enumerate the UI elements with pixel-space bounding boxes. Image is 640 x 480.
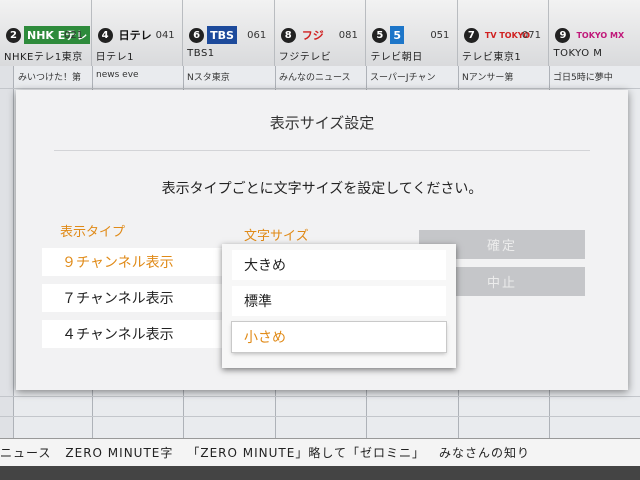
channel-number: 6 bbox=[189, 28, 205, 43]
channel-number: 2 bbox=[6, 28, 21, 43]
grid-divider bbox=[0, 88, 640, 89]
channel-name: TBS1 bbox=[187, 48, 215, 59]
channel-name: TOKYO M bbox=[553, 48, 603, 59]
channel-logo-icon: TOKYO MX bbox=[576, 30, 625, 40]
channel-logo-icon: フジ bbox=[301, 29, 324, 42]
size-option-standard[interactable]: 標準 bbox=[232, 286, 446, 316]
display-type-header: 表示タイプ bbox=[60, 225, 126, 240]
ticker-item: 「ZERO MINUTE」略して「ゼロミニ」 bbox=[187, 446, 425, 460]
channel-column[interactable]: 2 NHK Eテレ 021 NHKEテレ1東京 bbox=[0, 0, 92, 66]
channel-logo-icon: 日テレ bbox=[118, 29, 152, 42]
dialog-title: 表示サイズ設定 bbox=[269, 114, 375, 132]
grid-divider bbox=[0, 396, 640, 397]
size-option-small[interactable]: 小さめ bbox=[232, 322, 446, 352]
channel-logo-icon: TBS bbox=[207, 26, 237, 44]
channel-name: NHKEテレ1東京 bbox=[4, 52, 83, 63]
channel-number: 9 bbox=[555, 28, 571, 43]
news-ticker: ニュース ZERO MINUTE字 「ZERO MINUTE」略して「ゼロミニ」… bbox=[0, 438, 640, 466]
display-type-7ch[interactable]: ７チャンネル表示 bbox=[42, 284, 228, 312]
channel-bar: 2 NHK Eテレ 021 NHKEテレ1東京 4 日テレ 041 日テレ1 6… bbox=[0, 0, 640, 66]
channel-name: 日テレ1 bbox=[95, 52, 134, 63]
channel-name: テレビ東京1 bbox=[461, 52, 522, 63]
channel-number: 8 bbox=[280, 28, 296, 43]
channel-code: 071 bbox=[521, 30, 541, 41]
channel-column[interactable]: 7 TV TOKYO 071 テレビ東京1 bbox=[458, 0, 550, 66]
channel-code: 061 bbox=[247, 30, 267, 41]
program-title[interactable]: スーパーJチャン bbox=[370, 70, 456, 86]
channel-name: テレビ朝日 bbox=[370, 52, 423, 63]
grid-divider bbox=[0, 416, 640, 417]
program-title[interactable]: news eve bbox=[96, 70, 182, 86]
dialog-instruction: 表示タイプごとに文字サイズを設定してください。 bbox=[161, 181, 483, 197]
program-title[interactable]: Nスタ東京 bbox=[187, 70, 273, 86]
remote-hint-bar bbox=[0, 466, 640, 480]
channel-column[interactable]: 9 TOKYO MX TOKYO M bbox=[549, 0, 640, 66]
program-title[interactable]: みんなのニュース bbox=[279, 70, 365, 86]
display-type-9ch[interactable]: ９チャンネル表示 bbox=[42, 248, 228, 276]
channel-code: 051 bbox=[430, 30, 450, 41]
divider bbox=[54, 150, 590, 151]
font-size-header: 文字サイズ bbox=[244, 229, 309, 244]
channel-number: 7 bbox=[463, 28, 479, 43]
ticker-item: ZERO MINUTE字 bbox=[65, 446, 174, 460]
channel-number: 5 bbox=[372, 28, 388, 43]
font-size-dropdown[interactable]: 大きめ 標準 小さめ bbox=[222, 244, 456, 368]
channel-name: フジテレビ bbox=[278, 52, 332, 63]
channel-number: 4 bbox=[97, 28, 113, 43]
channel-column[interactable]: 5 5 051 テレビ朝日 bbox=[366, 0, 458, 66]
channel-column[interactable]: 4 日テレ 041 日テレ1 bbox=[92, 0, 184, 66]
program-title[interactable]: みいつけた！第 bbox=[18, 70, 90, 86]
size-option-large[interactable]: 大きめ bbox=[232, 250, 446, 280]
channel-code: 041 bbox=[155, 30, 175, 41]
program-title[interactable]: ゴ日5時に夢中 bbox=[553, 70, 639, 86]
ticker-item: みなさんの知り bbox=[438, 446, 530, 460]
channel-column[interactable]: 8 フジ 081 フジテレビ bbox=[275, 0, 367, 66]
channel-column[interactable]: 6 TBS 061 TBS1 bbox=[183, 0, 275, 66]
channel-code: 021 bbox=[64, 30, 84, 41]
ticker-item: ニュース bbox=[0, 446, 52, 460]
channel-code: 081 bbox=[338, 30, 358, 41]
channel-logo-icon: 5 bbox=[390, 26, 404, 44]
display-type-4ch[interactable]: ４チャンネル表示 bbox=[42, 320, 228, 348]
program-title[interactable]: Nアンサー第 bbox=[462, 70, 548, 86]
time-column bbox=[0, 66, 14, 438]
